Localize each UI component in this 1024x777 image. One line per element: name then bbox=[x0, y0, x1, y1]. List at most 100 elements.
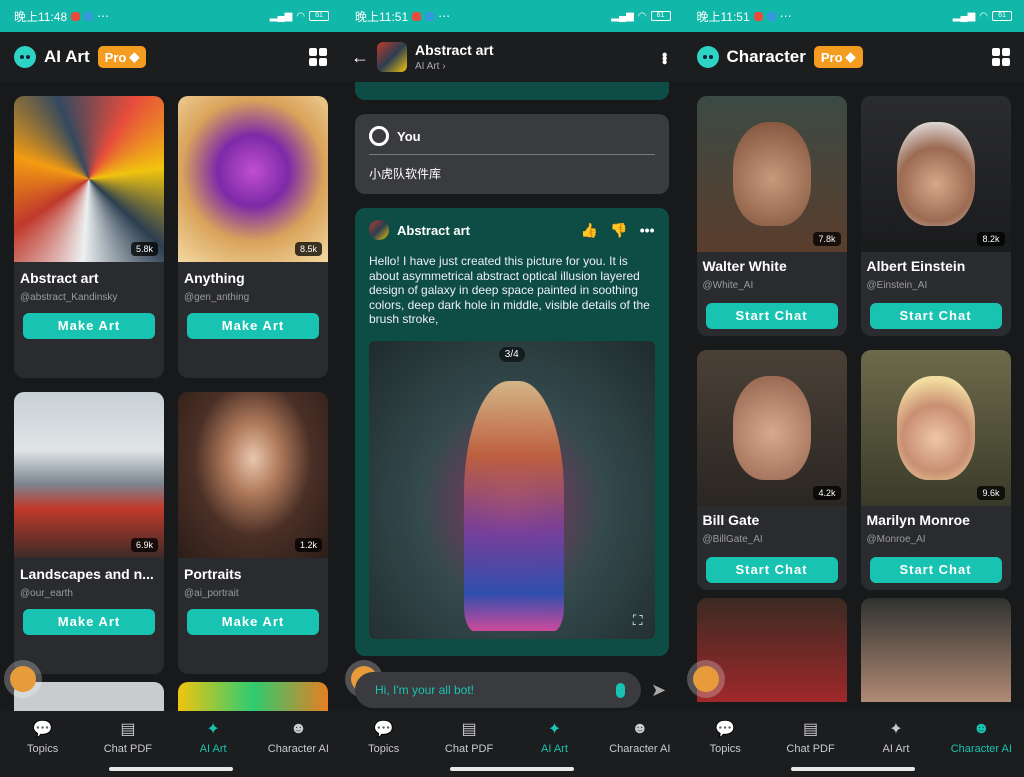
portrait bbox=[732, 376, 811, 480]
user-count-badge: 4.2k bbox=[813, 486, 841, 500]
user-count-badge: 8.5k bbox=[294, 242, 322, 256]
status-time: 晚上11:51 bbox=[696, 9, 750, 24]
bot-avatar bbox=[369, 220, 389, 240]
chat-thread: You 小虎队软件库 Abstract art 👍 👎 ••• Hello! I h… bbox=[341, 82, 683, 656]
magic-wand-icon: ✦ bbox=[206, 721, 220, 738]
start-chat-button[interactable]: Start Chat bbox=[705, 303, 838, 329]
more-horizontal-icon[interactable]: ••• bbox=[640, 222, 655, 239]
status-more: ⋯ bbox=[779, 9, 792, 23]
more-vertical-icon[interactable]: ••• bbox=[655, 52, 673, 63]
tab-character-ai[interactable]: ☻ Character AI bbox=[939, 711, 1024, 777]
generated-image[interactable]: 3/4 ⛶ bbox=[369, 340, 655, 639]
chat-bubble-icon: 💬 bbox=[715, 721, 736, 738]
tab-label: Character AI bbox=[950, 743, 1012, 755]
make-art-button[interactable]: Make Art bbox=[187, 609, 319, 635]
card-handle: @gen_anthing bbox=[184, 292, 250, 303]
floating-assistant-button[interactable] bbox=[686, 660, 725, 698]
user-count-badge: 5.8k bbox=[130, 242, 158, 256]
tab-label: Character AI bbox=[267, 743, 329, 755]
character-card[interactable]: 9.6k Marilyn Monroe @Monroe_AI Start Cha… bbox=[860, 350, 1011, 590]
app-header: Character Pro ◆ bbox=[682, 32, 1024, 82]
portrait bbox=[896, 376, 975, 480]
bot-message-bubble: Abstract art 👍 👎 ••• Hello! I have just cr… bbox=[355, 208, 669, 656]
signal-icon: ▂▄▆ bbox=[611, 10, 634, 22]
next-row-peek bbox=[0, 674, 341, 712]
art-card[interactable]: 1.2k Portraits @ai_portrait Make Art bbox=[178, 392, 328, 674]
user-name: You bbox=[397, 128, 421, 144]
card-name: Anything bbox=[184, 270, 245, 286]
image-subject bbox=[464, 380, 564, 631]
status-bar: 晚上11:51 ⋯ ▂▄▆ ◠ 61 bbox=[341, 0, 683, 32]
tab-topics[interactable]: 💬 Topics bbox=[0, 711, 85, 777]
message-input[interactable]: Hi, I'm your all bot! bbox=[355, 672, 641, 708]
art-card-grid: 5.8k Abstract art @abstract_Kandinsky Ma… bbox=[0, 82, 341, 674]
tab-topics[interactable]: 💬 Topics bbox=[683, 711, 768, 777]
magic-wand-icon: ✦ bbox=[547, 721, 562, 738]
battery-icon: 61 bbox=[309, 11, 329, 21]
grid-icon[interactable] bbox=[992, 48, 1010, 66]
thumb-down-icon[interactable]: 👎 bbox=[610, 222, 627, 239]
chat-subtitle[interactable]: AI Art › bbox=[415, 61, 494, 72]
grid-icon[interactable] bbox=[309, 48, 327, 66]
card-name: Walter White bbox=[702, 258, 787, 274]
bottom-nav: 💬 Topics ▤ Chat PDF ✦ AI Art ☻ Character AI bbox=[682, 711, 1024, 777]
card-image: 9.6k bbox=[860, 350, 1011, 506]
chevron-right-icon: › bbox=[442, 61, 446, 72]
pro-badge[interactable]: Pro ◆ bbox=[97, 46, 147, 68]
thumb-up-icon[interactable]: 👍 bbox=[581, 222, 598, 239]
tab-label: Chat PDF bbox=[103, 743, 153, 755]
page-title: AI Art bbox=[44, 47, 90, 66]
tab-label: Chat PDF bbox=[444, 743, 494, 755]
tab-label: AI Art bbox=[540, 743, 568, 755]
send-icon[interactable]: ➤ bbox=[651, 680, 666, 701]
bot-logo-icon bbox=[696, 46, 719, 68]
character-card[interactable]: 8.2k Albert Einstein @Einstein_AI Start … bbox=[860, 96, 1011, 336]
art-card[interactable]: 5.8k Abstract art @abstract_Kandinsky Ma… bbox=[14, 96, 164, 378]
art-card[interactable]: 6.9k Landscapes and n... @our_earth Make… bbox=[14, 392, 164, 674]
start-chat-button[interactable]: Start Chat bbox=[705, 557, 838, 583]
tab-label: Topics bbox=[27, 743, 59, 755]
character-card[interactable]: 4.2k Bill Gate @BillGate_AI Start Chat bbox=[696, 350, 847, 590]
notification-icon bbox=[753, 11, 763, 21]
card-name: Portraits bbox=[184, 566, 242, 582]
app-header: AI Art Pro ◆ bbox=[0, 32, 341, 82]
card-handle: @abstract_Kandinsky bbox=[20, 292, 118, 303]
tab-character-ai[interactable]: ☻ Character AI bbox=[597, 711, 682, 777]
tab-label: Topics bbox=[709, 743, 741, 755]
make-art-button[interactable]: Make Art bbox=[23, 313, 155, 339]
bot-message-text: Hello! I have just created this picture … bbox=[369, 254, 650, 327]
user-count-badge: 1.2k bbox=[294, 538, 322, 552]
card-handle: @BillGate_AI bbox=[702, 534, 763, 545]
card-image bbox=[178, 682, 328, 712]
tab-topics[interactable]: 💬 Topics bbox=[341, 711, 426, 777]
pro-badge[interactable]: Pro ◆ bbox=[813, 46, 863, 68]
portrait bbox=[732, 122, 811, 226]
wifi-icon: ◠ bbox=[637, 10, 647, 22]
make-art-button[interactable]: Make Art bbox=[23, 609, 155, 635]
notification-icon bbox=[412, 11, 422, 21]
user-count-badge: 6.9k bbox=[130, 538, 158, 552]
card-handle: @our_earth bbox=[20, 588, 73, 599]
start-chat-button[interactable]: Start Chat bbox=[869, 303, 1002, 329]
mic-icon[interactable] bbox=[616, 682, 625, 698]
page-title: Character bbox=[726, 47, 806, 66]
art-card[interactable]: 8.5k Anything @gen_anthing Make Art bbox=[178, 96, 328, 378]
next-row-peek bbox=[683, 590, 1024, 702]
expand-icon[interactable]: ⛶ bbox=[633, 612, 643, 629]
status-time: 晚上11:48 bbox=[14, 9, 68, 24]
signal-icon: ▂▄▆ bbox=[952, 10, 976, 22]
tab-character-ai[interactable]: ☻ Character AI bbox=[256, 711, 341, 777]
wifi-icon: ◠ bbox=[296, 10, 305, 22]
start-chat-button[interactable]: Start Chat bbox=[869, 557, 1002, 583]
arrow-left-icon[interactable]: ← bbox=[351, 47, 369, 68]
card-handle: @White_AI bbox=[702, 280, 754, 291]
floating-assistant-button[interactable] bbox=[4, 660, 42, 698]
bot-name: Abstract art bbox=[397, 222, 470, 238]
make-art-button[interactable]: Make Art bbox=[187, 313, 319, 339]
bot-logo-icon bbox=[14, 46, 36, 68]
home-indicator bbox=[791, 767, 916, 771]
portrait bbox=[896, 122, 975, 226]
home-indicator bbox=[108, 767, 233, 771]
status-more: ⋯ bbox=[438, 9, 451, 23]
character-card[interactable]: 7.8k Walter White @White_AI Start Chat bbox=[696, 96, 847, 336]
